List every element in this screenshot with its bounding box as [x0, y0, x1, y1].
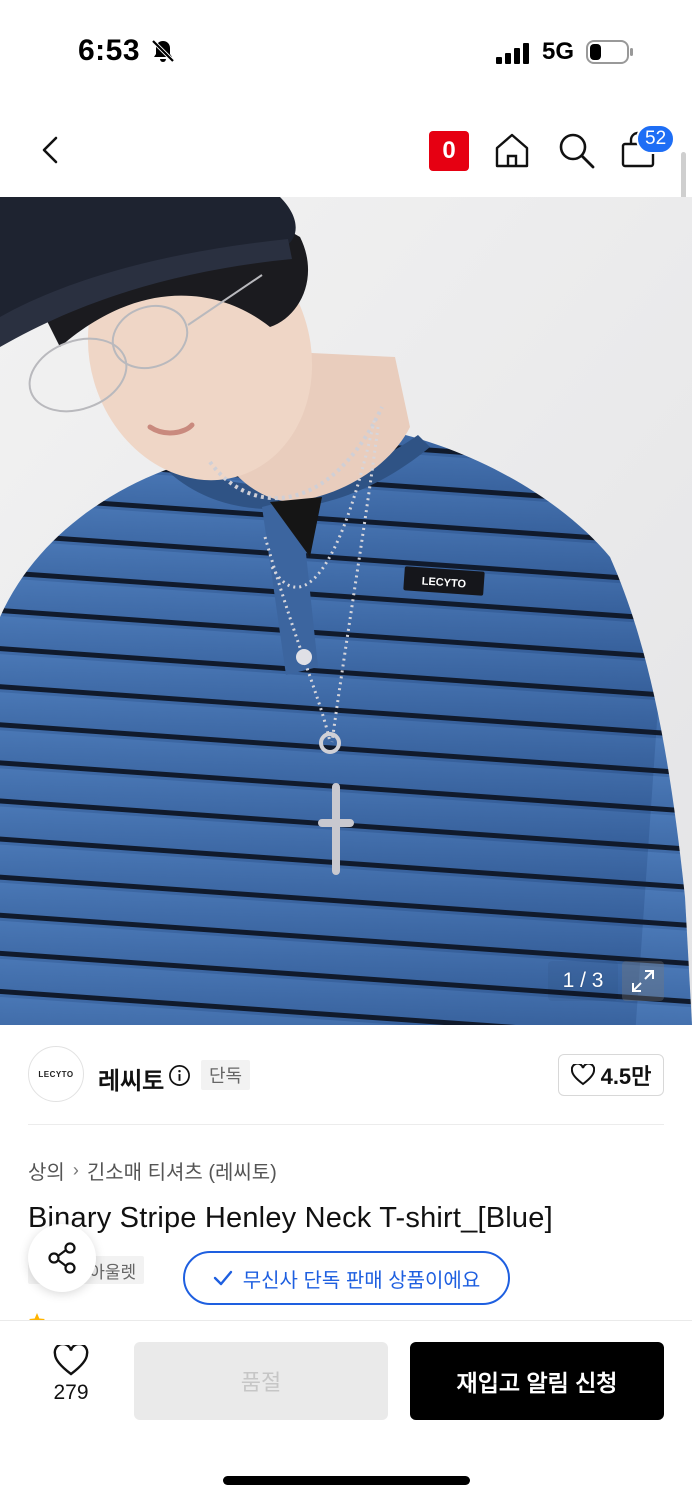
expand-image-button[interactable]: [622, 961, 664, 1001]
exclusive-notice-text: 무신사 단독 판매 상품이에요: [242, 1269, 481, 1292]
restock-alert-button[interactable]: 재입고 알림 신청: [410, 1342, 664, 1420]
home-indicator[interactable]: [223, 1476, 470, 1485]
brand-row: LECYTO 레씨토 단독 4.5만: [0, 1028, 692, 1124]
heart-icon: [53, 1345, 89, 1376]
expand-icon: [632, 970, 654, 992]
image-counter: 1 / 3: [548, 961, 618, 1001]
home-icon[interactable]: [492, 130, 532, 170]
divider: [28, 1124, 664, 1125]
breadcrumb-item-category[interactable]: 상의: [28, 1156, 65, 1185]
exclusive-notice-toast: 무신사 단독 판매 상품이에요: [183, 1251, 510, 1305]
bell-off-icon: [151, 39, 175, 63]
search-icon[interactable]: [556, 130, 596, 170]
product-title: Binary Stripe Henley Neck T-shirt_[Blue]: [28, 1202, 553, 1234]
check-icon: [213, 1270, 232, 1286]
back-arrow-icon[interactable]: [30, 130, 70, 170]
brand-name[interactable]: 레씨토: [98, 1061, 164, 1096]
status-time: 6:53: [78, 34, 141, 67]
cart-count-badge: 52: [636, 124, 676, 154]
breadcrumb-item-subcategory[interactable]: 긴소매 티셔츠 (레씨토): [87, 1156, 277, 1185]
brand-mark-button[interactable]: 0: [429, 131, 469, 171]
brand-like-button[interactable]: 4.5만: [558, 1054, 664, 1096]
top-navigation: 0 52: [0, 110, 692, 190]
exclusive-tag: 단독: [201, 1060, 251, 1090]
network-label: 5G: [542, 38, 575, 65]
wishlist-count: 279: [53, 1381, 89, 1404]
brand-like-count: 4.5만: [600, 1064, 652, 1089]
signal-icon: [496, 43, 529, 64]
chevron-right-icon: ›: [72, 1160, 79, 1180]
info-icon[interactable]: [168, 1064, 191, 1087]
breadcrumb: 상의 › 긴소매 티셔츠 (레씨토): [28, 1156, 277, 1185]
share-icon: [48, 1242, 76, 1274]
brand-logo[interactable]: LECYTO: [28, 1046, 84, 1102]
bottom-action-bar: 279 품절 재입고 알림 신청: [0, 1320, 692, 1500]
heart-icon: [570, 1064, 595, 1086]
product-image[interactable]: LECYTO: [0, 197, 692, 1025]
share-button[interactable]: [28, 1224, 96, 1292]
status-bar: 6:53 5G: [0, 0, 692, 100]
battery-icon: [586, 40, 633, 64]
wishlist-button[interactable]: 279: [40, 1345, 102, 1405]
soldout-button: 품절: [134, 1342, 388, 1420]
